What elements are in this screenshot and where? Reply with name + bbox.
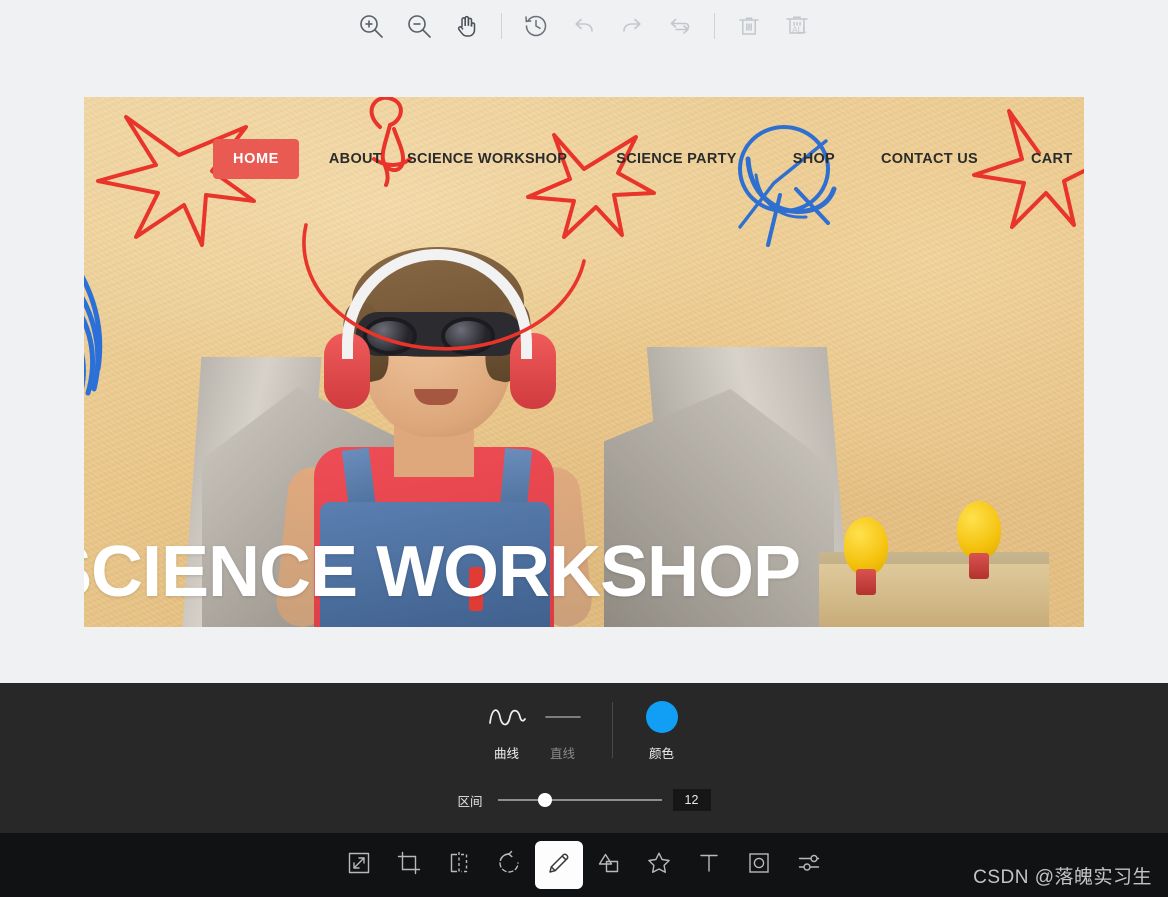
lightbulb-2 xyxy=(957,501,1001,579)
nav-item-home[interactable]: HOME xyxy=(213,139,299,179)
delete-all-icon: ALL xyxy=(783,12,811,40)
line-icon xyxy=(543,700,583,734)
delete-icon xyxy=(736,13,762,39)
nav-item-shop[interactable]: SHOP xyxy=(793,151,835,167)
redo-icon xyxy=(619,13,645,39)
toolbar-divider-2 xyxy=(714,13,715,39)
tool-crop-button[interactable] xyxy=(385,841,433,889)
history-button[interactable] xyxy=(512,2,560,50)
tool-shapes-button[interactable] xyxy=(585,841,633,889)
tool-adjust-button[interactable] xyxy=(785,841,833,889)
tool-flip-button[interactable] xyxy=(435,841,483,889)
brush-color-picker[interactable]: 颜色 xyxy=(635,700,689,762)
brush-mode-line[interactable]: 直线 xyxy=(536,700,590,762)
tool-rotate-button[interactable] xyxy=(485,841,533,889)
delete-all-button[interactable]: ALL xyxy=(773,2,821,50)
zoom-in-button[interactable] xyxy=(347,2,395,50)
crop-icon xyxy=(396,850,422,881)
canvas-area: HOME ABOUT SCIENCE WORKSHOP SCIENCE PART… xyxy=(0,52,1168,683)
bottom-toolbar xyxy=(0,833,1168,897)
redo-button[interactable] xyxy=(608,2,656,50)
pan-button[interactable] xyxy=(443,2,491,50)
interval-slider-label: 区间 xyxy=(457,794,483,809)
lightbulb-1 xyxy=(844,517,888,595)
pan-hand-icon xyxy=(454,13,480,39)
nav-item-science-party[interactable]: SCIENCE PARTY xyxy=(616,151,736,167)
delete-button[interactable] xyxy=(725,2,773,50)
reset-button[interactable] xyxy=(656,2,704,50)
toolbar-divider-1 xyxy=(501,13,502,39)
tool-mask-button[interactable] xyxy=(735,841,783,889)
tool-text-button[interactable] xyxy=(685,841,733,889)
undo-icon xyxy=(571,13,597,39)
nav-item-cart[interactable]: CART xyxy=(1031,151,1072,167)
brush-mode-curve-label: 曲线 xyxy=(493,747,519,761)
nav-item-about[interactable]: ABOUT xyxy=(329,151,382,167)
mask-icon xyxy=(746,850,772,881)
resize-icon xyxy=(346,850,372,881)
tool-sticker-button[interactable] xyxy=(635,841,683,889)
brush-options-panel: 曲线 直线 颜色 区间 12 xyxy=(0,683,1168,833)
tool-pencil-button[interactable] xyxy=(535,841,583,889)
zoom-out-button[interactable] xyxy=(395,2,443,50)
brush-mode-line-label: 直线 xyxy=(549,747,575,761)
interval-slider-row: 区间 12 xyxy=(0,789,1168,811)
brush-mode-group: 曲线 直线 颜色 xyxy=(0,700,1168,762)
sticker-icon xyxy=(646,850,672,881)
flip-icon xyxy=(446,850,472,881)
image-canvas[interactable]: HOME ABOUT SCIENCE WORKSHOP SCIENCE PART… xyxy=(84,97,1084,627)
delete-all-label: ALL xyxy=(792,25,807,35)
text-icon xyxy=(696,850,722,881)
tool-resize-button[interactable] xyxy=(335,841,383,889)
brush-mode-curve[interactable]: 曲线 xyxy=(480,700,534,762)
interval-slider-track[interactable] xyxy=(497,793,662,807)
pencil-icon xyxy=(546,850,572,881)
color-swatch-icon xyxy=(645,700,678,734)
history-icon xyxy=(523,13,549,39)
site-navigation: HOME ABOUT SCIENCE WORKSHOP SCIENCE PART… xyxy=(84,137,1084,181)
curve-icon xyxy=(487,700,527,734)
zoom-out-icon xyxy=(406,13,432,39)
options-divider xyxy=(611,702,613,758)
interval-slider-thumb[interactable] xyxy=(538,793,553,807)
nav-item-science-workshop[interactable]: SCIENCE WORKSHOP xyxy=(407,151,567,167)
hero-headline: SCIENCE WORKSHOP xyxy=(84,532,801,612)
rotate-icon xyxy=(496,850,522,881)
reset-icon xyxy=(667,13,693,39)
top-toolbar: ALL xyxy=(0,0,1168,52)
shapes-icon xyxy=(596,850,622,881)
zoom-in-icon xyxy=(358,13,384,39)
color-swatch xyxy=(645,701,678,733)
brush-color-label: 颜色 xyxy=(648,747,674,761)
interval-value-box[interactable]: 12 xyxy=(672,789,711,811)
adjust-icon xyxy=(796,850,822,881)
undo-button[interactable] xyxy=(560,2,608,50)
nav-item-contact-us[interactable]: CONTACT US xyxy=(881,151,978,167)
